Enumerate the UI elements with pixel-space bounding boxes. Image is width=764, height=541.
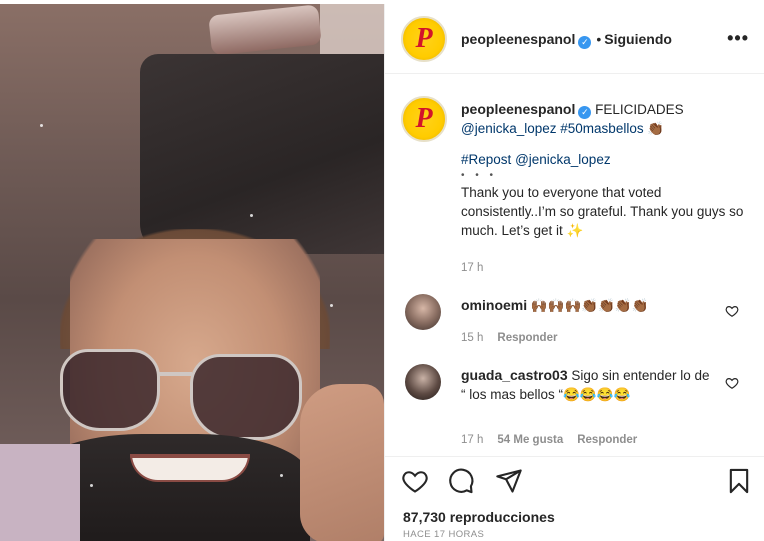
comment-timestamp[interactable]: 17 h <box>461 434 483 446</box>
sparkles-emoji: ✨ <box>566 223 584 238</box>
share-icon[interactable] <box>495 467 523 495</box>
separator-dot: • <box>596 31 602 47</box>
bookmark-icon[interactable] <box>725 467 753 495</box>
comment-body: 🙌🏾🙌🏾🙌🏾👏🏾👏🏾👏🏾👏🏾 <box>530 298 649 313</box>
commenter-username-link[interactable]: ominoemi <box>461 297 527 313</box>
post-date[interactable]: HACE 17 HORAS <box>403 529 484 540</box>
heart-icon[interactable] <box>401 467 429 495</box>
caption-timestamp[interactable]: 17 h <box>461 262 483 274</box>
clapping-emoji: 👏🏾 <box>647 121 665 136</box>
like-comment-heart-icon[interactable] <box>725 304 739 318</box>
verified-badge-icon: ✓ <box>578 36 592 49</box>
caption-dots: • • • <box>461 170 498 181</box>
like-comment-heart-icon[interactable] <box>725 376 739 390</box>
comment-meta: 17 h 54 Me gusta Responder <box>461 434 651 446</box>
instagram-post-viewer: P peopleenespanol ✓ • Siguiendo ••• P peopl… <box>0 0 764 541</box>
caption-username-link[interactable]: peopleenespanol <box>461 101 575 117</box>
post-header: P peopleenespanol ✓ • Siguiendo ••• <box>385 4 764 74</box>
comment-icon[interactable] <box>447 467 475 495</box>
verified-badge-icon: ✓ <box>578 106 592 119</box>
commenter-username-link[interactable]: guada_castro03 <box>461 367 568 383</box>
comment-text: guada_castro03 Sigo sin entender lo de “… <box>461 366 711 404</box>
repost-mention-link[interactable]: @jenicka_lopez <box>515 152 611 167</box>
comment-likes-count[interactable]: 54 Me gusta <box>497 434 563 446</box>
more-options-icon[interactable]: ••• <box>727 28 749 49</box>
reply-button[interactable]: Responder <box>497 332 557 344</box>
following-button[interactable]: Siguiendo <box>604 31 672 47</box>
caption-headline: FELICIDADES <box>595 102 684 117</box>
comment-meta: 15 h Responder <box>461 332 571 344</box>
views-count[interactable]: 87,730 reproducciones <box>403 509 555 525</box>
mention-link[interactable]: @jenicka_lopez <box>461 121 557 136</box>
caption-body: Thank you to everyone that voted consist… <box>461 185 744 238</box>
account-username-link[interactable]: peopleenespanol <box>461 31 575 47</box>
post-actions: 87,730 reproducciones HACE 17 HORAS <box>385 456 764 541</box>
repost-hashtag-link[interactable]: #Repost <box>461 152 511 167</box>
commenter-avatar[interactable] <box>405 364 441 400</box>
post-video[interactable] <box>0 4 384 541</box>
account-avatar[interactable]: P <box>401 16 447 62</box>
post-details-panel: P peopleenespanol ✓ • Siguiendo ••• P peopl… <box>384 4 764 541</box>
comment-timestamp[interactable]: 15 h <box>461 332 483 344</box>
reply-button[interactable]: Responder <box>577 434 637 446</box>
header-name-row: peopleenespanol ✓ • Siguiendo <box>461 31 672 49</box>
avatar-logo: P <box>415 23 433 54</box>
comment-text: ominoemi 🙌🏾🙌🏾🙌🏾👏🏾👏🏾👏🏾👏🏾 <box>461 296 716 315</box>
hashtag-link[interactable]: #50masbellos <box>560 121 643 136</box>
caption-avatar[interactable]: P <box>401 96 447 142</box>
commenter-avatar[interactable] <box>405 294 441 330</box>
avatar-logo: P <box>415 103 433 134</box>
caption-text: peopleenespanol ✓ FELICIDADES @jenicka_lo… <box>461 100 751 240</box>
